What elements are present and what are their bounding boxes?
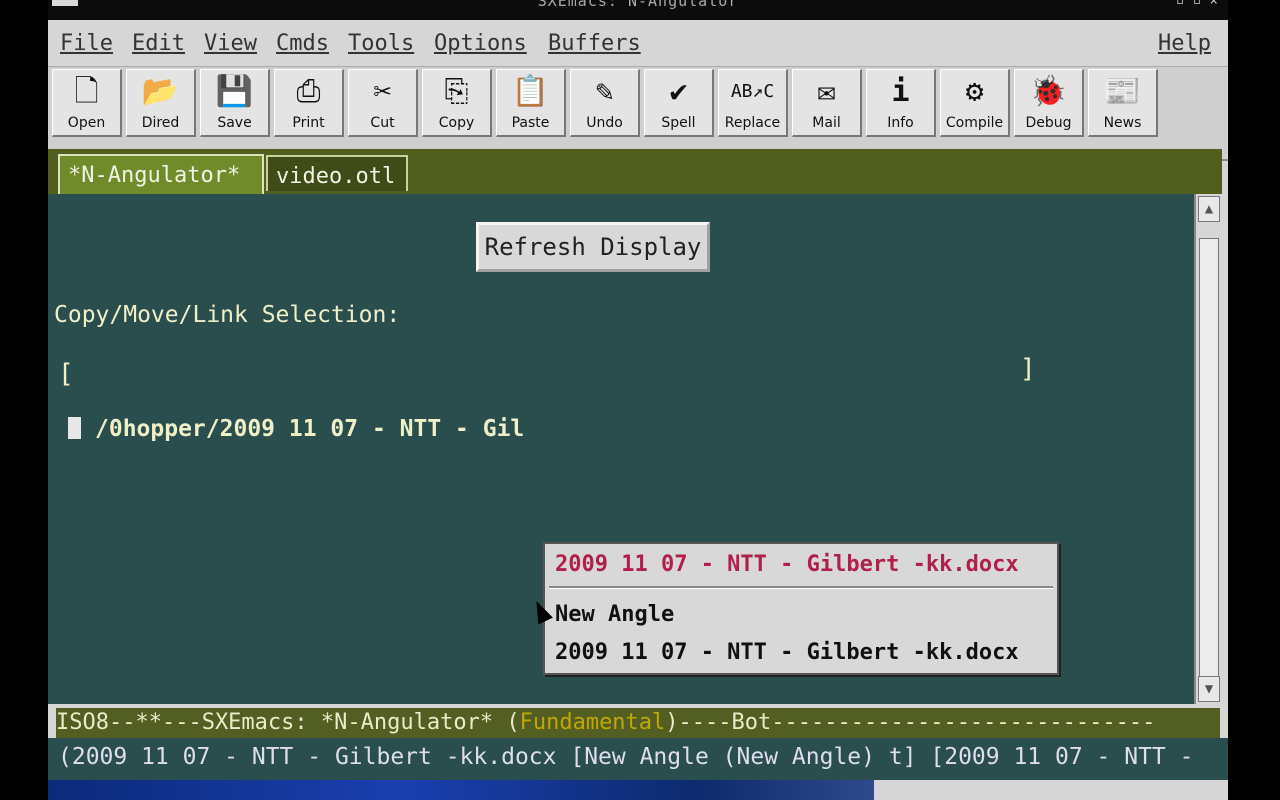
toolbar-news-label: News <box>1103 115 1142 131</box>
toolbar-dired-label: Dired <box>141 115 180 131</box>
menu-options[interactable]: Options <box>434 31 527 56</box>
menu-view[interactable]: View <box>204 31 257 56</box>
toolbar-compile-button[interactable]: ⚙ Compile <box>940 69 1010 137</box>
toolbar-spell-button[interactable]: ✔ Spell <box>644 69 714 137</box>
selection-prompt: Copy/Move/Link Selection: <box>54 302 401 328</box>
toolbar-save-button[interactable]: 💾 Save <box>200 69 270 137</box>
selected-path: /0hopper/2009 11 07 - NTT - Gil <box>95 416 525 442</box>
toolbar-open-label: Open <box>67 115 106 131</box>
window-controls[interactable]: ▫ ▫ × <box>1176 0 1218 8</box>
toolbar-undo-label: Undo <box>586 115 623 131</box>
popup-menu: 2009 11 07 - NTT - Gilbert -kk.docx New … <box>543 542 1059 675</box>
save-icon: 💾 <box>215 74 254 109</box>
debug-icon: 🐞 <box>1029 74 1068 109</box>
text-cursor <box>68 417 81 439</box>
vertical-scrollbar[interactable]: ▲ ▼ <box>1194 194 1222 704</box>
toolbar-news-button[interactable]: 📰 News <box>1088 69 1158 137</box>
replace-icon: AB↗C <box>730 81 775 102</box>
toolbar-dired-button[interactable]: 📂 Dired <box>126 69 196 137</box>
spell-icon: ✔ <box>669 74 688 109</box>
buffer-tab-bar: *N-Angulator* video.otl <box>48 149 1222 194</box>
window-title: SXEmacs: N-Angulator <box>537 0 739 10</box>
toolbar-debug-label: Debug <box>1025 115 1072 131</box>
menu-file[interactable]: File <box>60 31 113 56</box>
popup-menu-title: 2009 11 07 - NTT - Gilbert -kk.docx <box>555 552 1019 577</box>
cut-icon: ✂ <box>373 74 392 109</box>
mode-line: ISO8--**---SXEmacs: *N-Angulator* (Funda… <box>56 708 1220 738</box>
emacs-frame: File Edit View Cmds Tools Options Buffer… <box>48 20 1228 780</box>
popup-separator <box>549 586 1053 589</box>
toolbar-spell-label: Spell <box>661 115 696 131</box>
bracket-close: ] <box>1020 354 1036 384</box>
toolbar-paste-label: Paste <box>511 115 550 131</box>
toolbar-mail-button[interactable]: ✉ Mail <box>792 69 862 137</box>
major-mode-name[interactable]: Fundamental <box>520 710 666 735</box>
toolbar-print-label: Print <box>292 115 325 131</box>
echo-area: (2009 11 07 - NTT - Gilbert -kk.docx [Ne… <box>48 738 1228 780</box>
bracket-open: [ <box>58 359 74 389</box>
mail-icon: ✉ <box>817 74 836 109</box>
dired-icon: 📂 <box>141 74 180 109</box>
scroll-up-icon[interactable]: ▲ <box>1198 196 1220 222</box>
toolbar-copy-label: Copy <box>438 115 475 131</box>
toolbar-paste-button[interactable]: 📋 Paste <box>496 69 566 137</box>
popup-item-docx[interactable]: 2009 11 07 - NTT - Gilbert -kk.docx <box>555 640 1019 665</box>
window-menu-button[interactable] <box>52 0 78 6</box>
modeline-prefix: ISO8--**---SXEmacs: *N-Angulator* ( <box>56 710 520 735</box>
menu-buffers[interactable]: Buffers <box>548 31 641 56</box>
refresh-display-button[interactable]: Refresh Display <box>476 222 710 272</box>
undo-icon: ✎ <box>595 74 614 109</box>
tab-n-angulator[interactable]: *N-Angulator* <box>58 154 264 194</box>
toolbar-replace-button[interactable]: AB↗C Replace <box>718 69 788 137</box>
toolbar: 🗋 Open 📂 Dired 💾 Save ⎙ Print ✂ Cut ⎘ Co… <box>48 67 1228 161</box>
toolbar-mail-label: Mail <box>812 115 841 131</box>
popup-title-text: 2009 11 07 - NTT - Gilbert -kk.docx <box>555 552 1019 577</box>
info-icon: i <box>891 74 910 109</box>
toolbar-open-button[interactable]: 🗋 Open <box>52 69 122 137</box>
window-title-bar: SXEmacs: N-Angulator ▫ ▫ × <box>48 0 1228 20</box>
toolbar-debug-button[interactable]: 🐞 Debug <box>1014 69 1084 137</box>
menu-tools[interactable]: Tools <box>348 31 414 56</box>
scroll-down-icon[interactable]: ▼ <box>1198 676 1220 702</box>
toolbar-compile-label: Compile <box>945 115 1004 131</box>
toolbar-cut-label: Cut <box>370 115 395 131</box>
toolbar-replace-label: Replace <box>724 115 781 131</box>
buffer-text-area[interactable]: Refresh Display Copy/Move/Link Selection… <box>48 194 1194 704</box>
compile-icon: ⚙ <box>965 74 984 109</box>
open-icon: 🗋 <box>74 74 99 109</box>
selected-path-line[interactable]: /0hopper/2009 11 07 - NTT - Gil <box>68 416 524 442</box>
menu-help[interactable]: Help <box>1158 31 1211 56</box>
toolbar-info-button[interactable]: i Info <box>866 69 936 137</box>
news-icon: 📰 <box>1103 74 1142 109</box>
toolbar-print-button[interactable]: ⎙ Print <box>274 69 344 137</box>
toolbar-save-label: Save <box>217 115 252 131</box>
paste-icon: 📋 <box>511 74 550 109</box>
popup-item-new-angle[interactable]: New Angle <box>555 602 674 627</box>
toolbar-copy-button[interactable]: ⎘ Copy <box>422 69 492 137</box>
print-icon: ⎙ <box>296 74 321 109</box>
menu-bar: File Edit View Cmds Tools Options Buffer… <box>48 20 1228 67</box>
toolbar-info-label: Info <box>887 115 914 131</box>
menu-cmds[interactable]: Cmds <box>276 31 329 56</box>
toolbar-cut-button[interactable]: ✂ Cut <box>348 69 418 137</box>
modeline-suffix: )----Bot----------------------------- <box>665 710 1156 735</box>
copy-icon: ⎘ <box>444 74 469 109</box>
tab-video-otl[interactable]: video.otl <box>266 155 408 191</box>
toolbar-undo-button[interactable]: ✎ Undo <box>570 69 640 137</box>
scroll-thumb[interactable] <box>1199 238 1219 678</box>
desktop-background <box>48 780 1228 800</box>
menu-edit[interactable]: Edit <box>132 31 185 56</box>
